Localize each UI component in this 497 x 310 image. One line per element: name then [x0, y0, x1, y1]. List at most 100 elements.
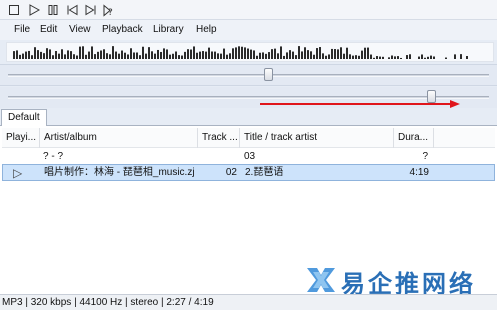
random-icon: ? — [103, 3, 113, 17]
spectrum-bar — [28, 50, 30, 59]
spectrum-bar — [400, 57, 402, 59]
menu-view[interactable]: View — [69, 24, 91, 35]
spectrum-bar — [220, 53, 222, 59]
spectrum-bar — [115, 51, 117, 59]
spectrum-bar — [97, 51, 99, 59]
spectrum-bar — [397, 56, 399, 59]
now-playing-icon: ▷ — [13, 166, 23, 180]
spectrum-bar — [16, 50, 18, 59]
spectrum-bar — [232, 48, 234, 59]
spectrum-bar — [370, 54, 372, 59]
spectrum-bar — [13, 51, 15, 59]
spectrum-bar — [85, 54, 87, 59]
spectrum-bar — [178, 55, 180, 59]
next-button[interactable] — [84, 3, 98, 17]
spectrum-bar — [427, 56, 429, 59]
spectrum-bar — [139, 55, 141, 59]
spectrum-bar — [253, 50, 255, 59]
spectrum-bar — [196, 52, 198, 59]
spectrum-bar — [295, 55, 297, 59]
spectrum-bar — [190, 49, 192, 59]
spectrum-bar — [337, 49, 339, 59]
column-duration[interactable]: Dura... — [394, 128, 434, 148]
spectrum-bar — [58, 53, 60, 59]
menu-file[interactable]: File — [14, 24, 30, 35]
previous-button[interactable] — [65, 3, 79, 17]
volume-bar[interactable] — [0, 87, 497, 109]
spectrum-bar — [277, 53, 279, 59]
column-title-artist[interactable]: Title / track artist — [240, 128, 394, 148]
row-title: 03 — [244, 151, 256, 162]
spectrum-bar — [421, 54, 423, 59]
watermark-logo-icon — [307, 268, 335, 292]
spectrum-bar — [349, 54, 351, 59]
spectrum-bar — [226, 54, 228, 59]
spectrum-bar — [304, 47, 306, 59]
spectrum-bar — [316, 48, 318, 59]
spectrum-bar — [166, 49, 168, 59]
spectrum-bar — [142, 46, 144, 59]
seek-bar[interactable] — [0, 64, 497, 86]
spectrum-bar — [247, 48, 249, 59]
spectrum-bar — [82, 46, 84, 59]
spectrum-bar — [199, 51, 201, 59]
spectrum-bar — [55, 51, 57, 59]
menu-help[interactable]: Help — [196, 24, 217, 35]
spectrum-bar — [322, 53, 324, 59]
spectrum-bar — [91, 46, 93, 59]
status-bar: MP3 | 320 kbps | 44100 Hz | stereo | 2:2… — [0, 294, 497, 310]
tab-default[interactable]: Default — [1, 109, 47, 127]
seek-thumb[interactable] — [263, 68, 273, 81]
spectrum-bar — [70, 51, 72, 59]
seek-track[interactable] — [8, 74, 489, 77]
spectrum-bar — [169, 54, 171, 59]
menu-playback[interactable]: Playback — [102, 24, 143, 35]
spectrum-bar — [391, 55, 393, 59]
spectrum-bar — [424, 57, 426, 59]
pause-button[interactable] — [46, 3, 60, 17]
spectrum-bar — [310, 51, 312, 59]
spectrum-bar — [127, 54, 129, 59]
column-artist-album[interactable]: Artist/album — [40, 128, 198, 148]
spectrum-bar — [298, 46, 300, 59]
spectrum-bar — [202, 51, 204, 59]
spectrum-bar — [283, 55, 285, 59]
spectrum-bar — [25, 51, 27, 59]
column-playing[interactable]: Playi... — [2, 128, 40, 148]
spectrum-bar — [31, 55, 33, 59]
spectrum-bar — [145, 53, 147, 59]
menu-library[interactable]: Library — [153, 24, 184, 35]
spectrum-bar — [205, 51, 207, 59]
spectrum-bar — [172, 53, 174, 59]
spectrum-bar — [22, 53, 24, 59]
next-icon — [85, 4, 96, 16]
spectrum-bar — [358, 55, 360, 59]
column-track-number[interactable]: Track ... — [198, 128, 240, 148]
spectrum-bar — [265, 53, 267, 59]
play-button[interactable] — [27, 3, 41, 17]
random-button[interactable]: ? — [102, 3, 116, 17]
row-duration: 4:19 — [409, 167, 429, 178]
spectrum-bar — [250, 49, 252, 59]
spectrum-bar — [271, 49, 273, 59]
menu-edit[interactable]: Edit — [40, 24, 57, 35]
playlist-row[interactable]: ? - ? 03 ? — [2, 149, 495, 165]
spectrum-bar — [256, 55, 258, 59]
spectrum-bar — [214, 51, 216, 59]
spectrum-bar — [280, 46, 282, 59]
play-icon — [29, 4, 40, 16]
spectrum-bar — [430, 55, 432, 59]
spectrum-bar — [268, 52, 270, 59]
spectrum-bar — [175, 51, 177, 59]
spectrum-bar — [46, 48, 48, 59]
spectrum-bar — [259, 52, 261, 59]
spectrum-bar — [373, 57, 375, 59]
spectrum-bar — [112, 46, 114, 59]
playlist-row-selected[interactable]: ▷ 唱片制作：林海 - 琵琶相_music.zj... 02 2.琵琶语 4:1… — [2, 164, 495, 181]
spectrum-bar — [151, 51, 153, 59]
spectrum-bar — [49, 49, 51, 59]
row-duration: ? — [422, 151, 428, 162]
spectrum-bar — [244, 47, 246, 59]
stop-button[interactable] — [7, 3, 21, 17]
spectrum-bar — [289, 50, 291, 59]
